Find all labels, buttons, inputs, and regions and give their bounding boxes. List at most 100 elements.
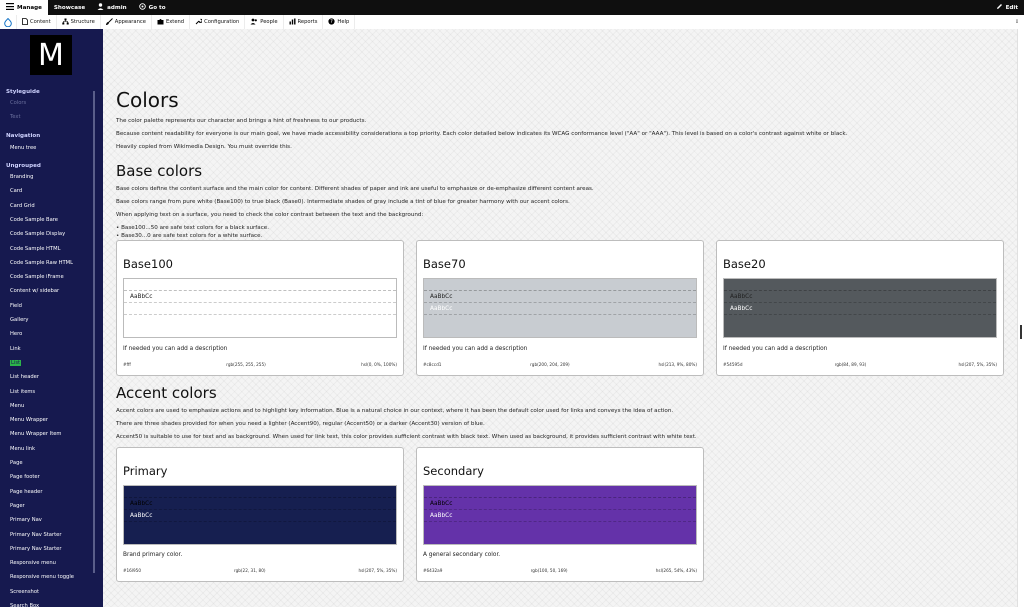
color-value-hsl: hsl(0, 0%, 100%): [361, 362, 397, 367]
tray-appearance[interactable]: Appearance: [101, 15, 152, 29]
sidebar-item-hero[interactable]: Hero: [10, 331, 22, 337]
showcase-tab[interactable]: Showcase: [48, 0, 91, 15]
sidebar-item-menu-wrapper-item[interactable]: Menu Wrapper Item: [10, 431, 61, 437]
color-card-title: Secondary: [423, 464, 484, 478]
tray-configuration[interactable]: Configuration: [190, 15, 246, 29]
intro-text-3: Heavily copied from Wikimedia Design. Yo…: [116, 144, 292, 150]
sidebar-item-screenshot[interactable]: Screenshot: [10, 589, 39, 595]
sidebar-item-menu-tree[interactable]: Menu tree: [10, 145, 36, 151]
color-value-hsl: hsl(207, 5%, 35%): [958, 362, 997, 367]
base-text-3: When applying text on a surface, you nee…: [116, 212, 424, 218]
color-card-values: #c8ccd1 rgb(200, 204, 209) hsl(213, 9%, 80…: [423, 362, 697, 367]
tray-extend[interactable]: Extend: [152, 15, 191, 29]
sidebar-item-code-sample-html[interactable]: Code Sample HTML: [10, 246, 60, 252]
user-label: admin: [107, 4, 127, 11]
styleguide-sidebar: M Styleguide Colors Text Navigation Menu…: [0, 29, 103, 607]
tray-structure-label: Structure: [70, 19, 95, 25]
sidebar-item-code-sample-iframe[interactable]: Code Sample iFrame: [10, 274, 64, 280]
color-value-hsl: hsl(213, 9%, 80%): [658, 362, 697, 367]
sidebar-item-list-items[interactable]: List items: [10, 389, 35, 395]
swatch-sample-light: AaBbCc: [124, 510, 396, 522]
goto-tab[interactable]: Go to: [133, 0, 172, 15]
user-icon: [97, 3, 104, 12]
color-card-values: #54595d rgb(84, 89, 93) hsl(207, 5%, 35%): [723, 362, 997, 367]
sidebar-item-content-w-sidebar[interactable]: Content w/ sidebar: [10, 288, 59, 294]
color-card-description: If needed you can add a description: [723, 346, 828, 352]
tray-structure[interactable]: Structure: [57, 15, 101, 29]
goto-label: Go to: [148, 4, 166, 11]
sidebar-item-field[interactable]: Field: [10, 303, 22, 309]
color-card-title: Primary: [123, 464, 168, 478]
color-card-base70: Base70 AaBbCc AaBbCc If needed you can add …: [416, 240, 704, 376]
sidebar-item-menu[interactable]: Menu: [10, 403, 24, 409]
user-tab[interactable]: admin: [91, 0, 133, 15]
sidebar-item-code-sample-raw-html[interactable]: Code Sample Raw HTML: [10, 260, 73, 266]
accent-text-2: There are three shades provided for when…: [116, 421, 485, 427]
site-logo[interactable]: M: [30, 35, 72, 75]
tray-people[interactable]: People: [245, 15, 284, 29]
swatch-sample-light: [124, 303, 396, 315]
sidebar-item-branding[interactable]: Branding: [10, 174, 33, 180]
manage-label: Manage: [17, 4, 42, 11]
color-swatch: AaBbCc AaBbCc: [123, 485, 397, 545]
sidebar-item-text[interactable]: Text: [10, 114, 21, 120]
color-card-values: #6432a9 rgb(100, 50, 169) hsl(265, 54%, 43…: [423, 568, 697, 573]
page-scrollbar-thumb[interactable]: [1020, 325, 1022, 339]
color-card-values: #fff rgb(255, 255, 255) hsl(0, 0%, 100%): [123, 362, 397, 367]
color-swatch: AaBbCc AaBbCc: [723, 278, 997, 338]
sidebar-item-gallery[interactable]: Gallery: [10, 317, 28, 323]
tray-help[interactable]: ? Help: [323, 15, 356, 29]
color-value-hex: #6432a9: [423, 568, 443, 573]
sidebar-group-ungrouped: Ungrouped: [6, 163, 41, 169]
sidebar-item-primary-nav-starter[interactable]: Primary Nav Starter: [10, 546, 61, 552]
drupal-home-icon[interactable]: [0, 15, 17, 29]
swatch-spacer: [124, 486, 396, 498]
sidebar-item-code-sample-display[interactable]: Code Sample Display: [10, 231, 65, 237]
sidebar-item-code-sample-bare[interactable]: Code Sample Bare: [10, 217, 58, 223]
tray-orientation-toggle[interactable]: ⁞: [1016, 19, 1024, 25]
tray-content[interactable]: Content: [17, 15, 57, 29]
sidebar-item-colors[interactable]: Colors: [10, 100, 26, 106]
sidebar-item-menu-wrapper[interactable]: Menu Wrapper: [10, 417, 48, 423]
swatch-spacer: [724, 279, 996, 291]
sidebar-item-pager[interactable]: Pager: [10, 503, 25, 509]
sidebar-item-search-box[interactable]: Search Box: [10, 603, 39, 607]
accent-text-3: Accent50 is suitable to use for text and…: [116, 434, 697, 440]
sidebar-item-responsive-menu[interactable]: Responsive menu: [10, 560, 56, 566]
sidebar-item-primary-nav-starter[interactable]: Primary Nav Starter: [10, 532, 61, 538]
tray-content-label: Content: [30, 19, 51, 25]
base-text-2: Base colors range from pure white (Base1…: [116, 199, 570, 205]
swatch-sample-light: AaBbCc: [724, 303, 996, 315]
sidebar-item-page-header[interactable]: Page header: [10, 489, 42, 495]
sidebar-item-responsive-menu-toggle[interactable]: Responsive menu toggle: [10, 574, 74, 580]
sidebar-item-list[interactable]: List: [10, 359, 22, 366]
sidebar-item-page[interactable]: Page: [10, 460, 23, 466]
tray-extend-label: Extend: [165, 19, 185, 25]
swatch-sample-dark: AaBbCc: [424, 498, 696, 510]
manage-tab[interactable]: Manage: [0, 0, 48, 15]
edit-label: Edit: [1005, 4, 1018, 11]
swatch-sample-dark: AaBbCc: [424, 291, 696, 303]
sidebar-item-card-grid[interactable]: Card Grid: [10, 203, 35, 209]
sidebar-item-link[interactable]: Link: [10, 346, 21, 352]
color-value-rgb: rgb(100, 50, 169): [530, 568, 568, 573]
swatch-sample-light: AaBbCc: [424, 510, 696, 522]
sidebar-item-menu-link[interactable]: Menu link: [10, 446, 35, 452]
page-scrollbar[interactable]: [1017, 29, 1024, 607]
swatch-sample-dark: AaBbCc: [724, 291, 996, 303]
color-value-rgb: rgb(200, 204, 209): [530, 362, 570, 367]
sidebar-item-list-header[interactable]: List header: [10, 374, 39, 380]
tray-people-label: People: [260, 19, 278, 25]
color-value-hsl: hsl(265, 54%, 43%): [655, 568, 697, 573]
sidebar-scrollbar[interactable]: [93, 91, 95, 573]
intro-text-1: The color palette represents our charact…: [116, 118, 367, 124]
sidebar-item-card[interactable]: Card: [10, 188, 22, 194]
sidebar-item-primary-nav[interactable]: Primary Nav: [10, 517, 42, 523]
color-value-hex: #16l950: [123, 568, 141, 573]
tray-reports[interactable]: Reports: [284, 15, 324, 29]
color-card-title: Base100: [123, 257, 173, 271]
color-card-base20: Base20 AaBbCc AaBbCc If needed you can add …: [716, 240, 1004, 376]
sidebar-item-page-footer[interactable]: Page footer: [10, 474, 40, 480]
edit-button[interactable]: Edit: [990, 0, 1024, 15]
color-swatch: AaBbCc AaBbCc: [423, 485, 697, 545]
